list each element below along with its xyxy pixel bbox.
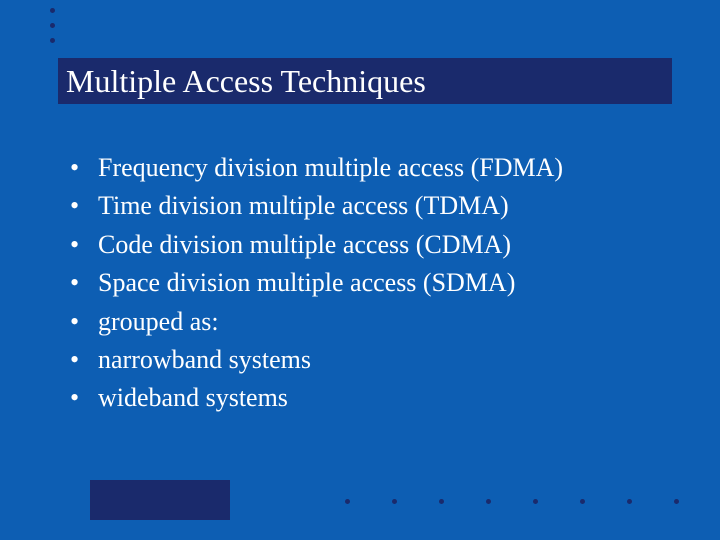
dot-icon: [392, 499, 397, 504]
slide-title-bar: Multiple Access Techniques: [58, 58, 672, 104]
list-item-text: grouped as:: [98, 304, 219, 340]
decorative-dots-top: [50, 8, 55, 53]
list-item-text: narrowband systems: [98, 342, 311, 378]
bullet-icon: •: [70, 342, 98, 378]
dot-icon: [674, 499, 679, 504]
dot-icon: [533, 499, 538, 504]
decorative-dots-bottom: [345, 499, 679, 504]
list-item-text: Code division multiple access (CDMA): [98, 227, 511, 263]
list-item: • narrowband systems: [70, 342, 670, 378]
list-item: • Frequency division multiple access (FD…: [70, 150, 670, 186]
dot-icon: [50, 8, 55, 13]
bullet-icon: •: [70, 265, 98, 301]
list-item-text: Frequency division multiple access (FDMA…: [98, 150, 563, 186]
list-item: • grouped as:: [70, 304, 670, 340]
slide-title: Multiple Access Techniques: [66, 63, 426, 100]
dot-icon: [50, 38, 55, 43]
dot-icon: [627, 499, 632, 504]
bullet-list: • Frequency division multiple access (FD…: [70, 150, 670, 419]
bullet-icon: •: [70, 188, 98, 224]
dot-icon: [486, 499, 491, 504]
dot-icon: [345, 499, 350, 504]
dot-icon: [50, 23, 55, 28]
list-item: • wideband systems: [70, 380, 670, 416]
bullet-icon: •: [70, 227, 98, 263]
bullet-icon: •: [70, 150, 98, 186]
dot-icon: [439, 499, 444, 504]
list-item: • Time division multiple access (TDMA): [70, 188, 670, 224]
bullet-icon: •: [70, 304, 98, 340]
list-item-text: wideband systems: [98, 380, 288, 416]
list-item-text: Space division multiple access (SDMA): [98, 265, 515, 301]
dot-icon: [580, 499, 585, 504]
bullet-icon: •: [70, 380, 98, 416]
decorative-bar-bottom: [90, 480, 230, 520]
list-item: • Space division multiple access (SDMA): [70, 265, 670, 301]
list-item-text: Time division multiple access (TDMA): [98, 188, 509, 224]
list-item: • Code division multiple access (CDMA): [70, 227, 670, 263]
